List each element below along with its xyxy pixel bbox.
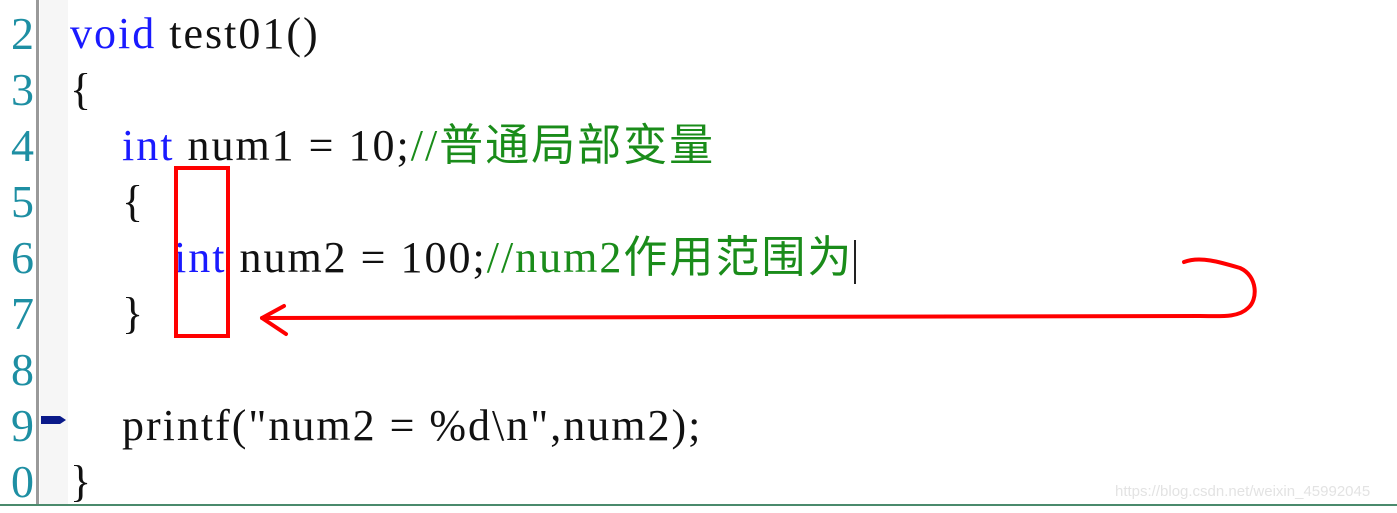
scope-arrow (260, 257, 1257, 320)
arrow-head-icon (260, 304, 288, 336)
editor-bottom-border (0, 504, 1397, 506)
highlight-box (174, 166, 230, 338)
annotation-overlay (174, 166, 1257, 338)
watermark: https://blog.csdn.net/weixin_45992045 (1115, 483, 1371, 500)
